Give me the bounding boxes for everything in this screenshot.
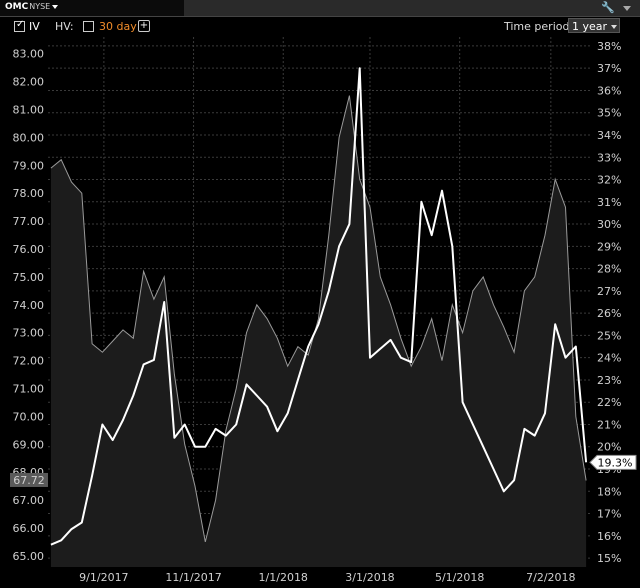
left-tick-label: 73.00 xyxy=(13,327,45,340)
right-tick-label: 35% xyxy=(597,107,621,120)
right-tick-label: 32% xyxy=(597,174,621,187)
right-tick-label: 25% xyxy=(597,329,621,342)
right-tick-label: 22% xyxy=(597,396,621,409)
right-tick-label: 36% xyxy=(597,84,621,97)
right-tick-label: 37% xyxy=(597,62,621,75)
x-tick-label: 11/1/2017 xyxy=(165,571,221,584)
left-tick-label: 82.00 xyxy=(13,76,45,89)
x-tick-label: 9/1/2017 xyxy=(79,571,128,584)
right-tick-label: 29% xyxy=(597,240,621,253)
price-current-label: 67.72 xyxy=(13,474,45,487)
right-tick-label: 15% xyxy=(597,552,621,565)
volatility-chart[interactable]: 65.0066.0067.0068.0069.0070.0071.0072.00… xyxy=(0,0,640,588)
right-tick-label: 30% xyxy=(597,218,621,231)
right-tick-label: 26% xyxy=(597,307,621,320)
x-tick-label: 5/1/2018 xyxy=(435,571,484,584)
right-tick-label: 38% xyxy=(597,40,621,53)
left-tick-label: 69.00 xyxy=(13,438,45,451)
x-tick-label: 7/2/2018 xyxy=(526,571,575,584)
right-axis: 15%16%17%18%19%20%21%22%23%24%25%26%27%2… xyxy=(589,40,637,565)
right-tick-label: 23% xyxy=(597,374,621,387)
left-tick-label: 67.00 xyxy=(13,494,45,507)
left-tick-label: 78.00 xyxy=(13,187,45,200)
left-tick-label: 75.00 xyxy=(13,271,45,284)
right-tick-label: 33% xyxy=(597,151,621,164)
right-tick-label: 24% xyxy=(597,352,621,365)
left-tick-label: 81.00 xyxy=(13,104,45,117)
x-tick-label: 1/1/2018 xyxy=(259,571,308,584)
right-tick-label: 31% xyxy=(597,196,621,209)
right-tick-label: 21% xyxy=(597,418,621,431)
left-tick-label: 83.00 xyxy=(13,48,45,61)
right-tick-label: 28% xyxy=(597,263,621,276)
right-tick-label: 20% xyxy=(597,441,621,454)
x-axis: 9/1/2017 11/1/2017 1/1/2018 3/1/2018 5/1/201… xyxy=(79,571,575,584)
left-tick-label: 66.00 xyxy=(13,522,45,535)
left-tick-label: 77.00 xyxy=(13,215,45,228)
left-tick-label: 76.00 xyxy=(13,243,45,256)
left-tick-label: 71.00 xyxy=(13,382,45,395)
left-tick-label: 70.00 xyxy=(13,410,45,423)
right-tick-label: 18% xyxy=(597,485,621,498)
left-tick-label: 65.00 xyxy=(13,550,45,563)
x-tick-label: 3/1/2018 xyxy=(345,571,394,584)
left-tick-label: 74.00 xyxy=(13,299,45,312)
iv-current-label: 19.3% xyxy=(598,456,633,469)
right-tick-label: 27% xyxy=(597,285,621,298)
right-tick-label: 17% xyxy=(597,508,621,521)
right-tick-label: 34% xyxy=(597,129,621,142)
left-tick-label: 79.00 xyxy=(13,159,45,172)
right-tick-label: 16% xyxy=(597,530,621,543)
left-tick-label: 72.00 xyxy=(13,355,45,368)
left-axis: 65.0066.0067.0068.0069.0070.0071.0072.00… xyxy=(10,48,48,563)
left-tick-label: 80.00 xyxy=(13,131,45,144)
